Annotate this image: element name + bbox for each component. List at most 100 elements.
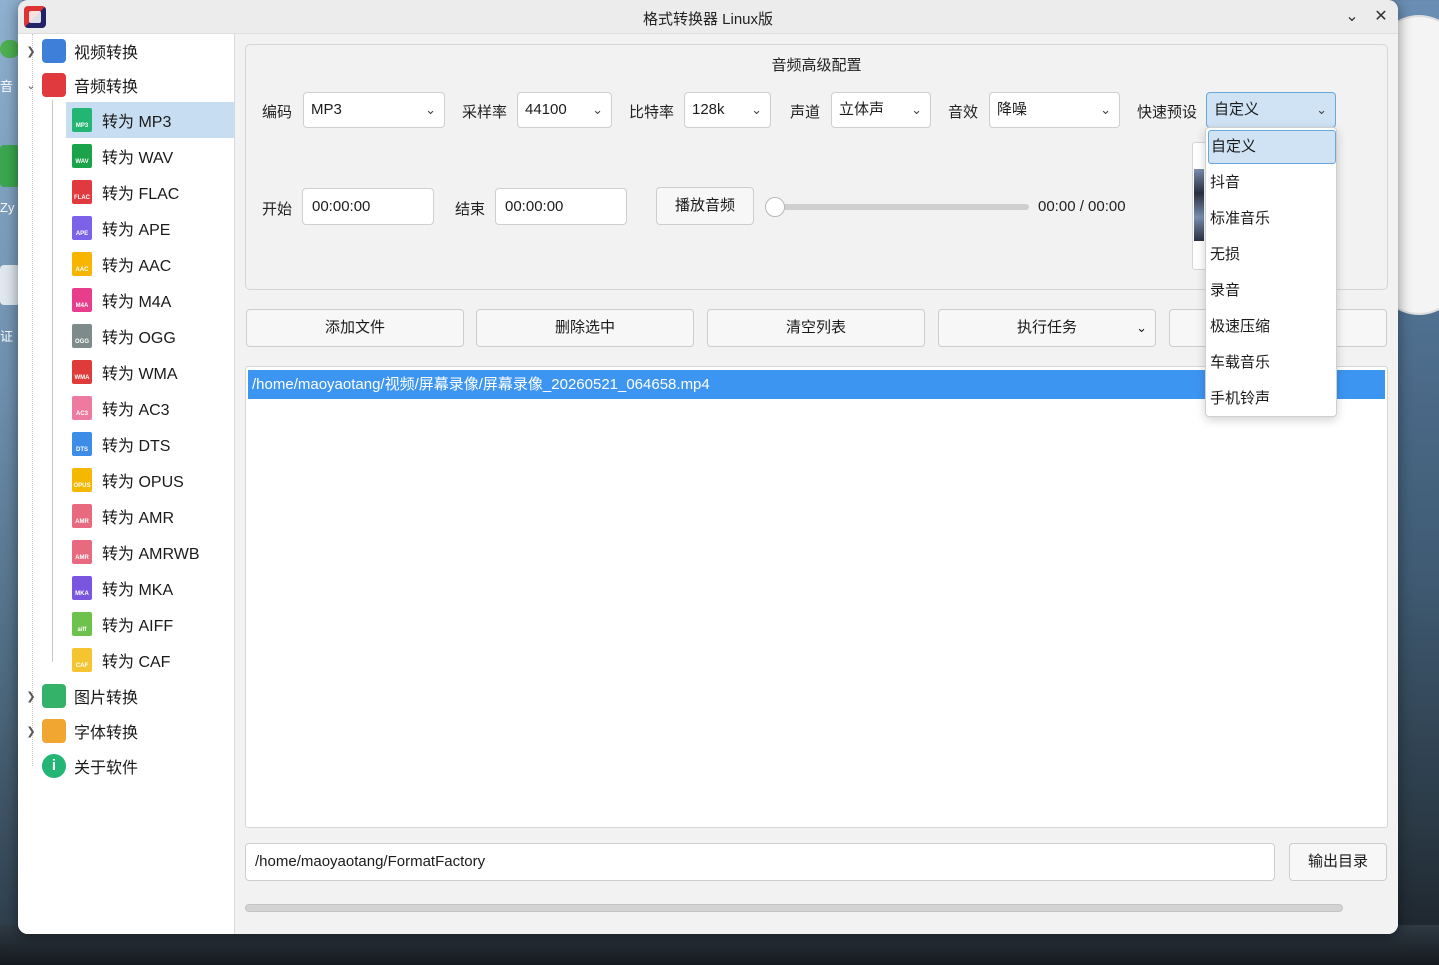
chevron-right-icon[interactable]: ❯ [24, 690, 38, 703]
group-title: 音频高级配置 [771, 57, 862, 74]
file-type-tag: AMR [75, 519, 89, 525]
audio-file-icon: OGG [72, 324, 92, 348]
output-path-input[interactable]: /home/maoyaotang/FormatFactory [245, 843, 1275, 881]
sidebar-item-about[interactable]: i 关于软件 [24, 749, 138, 783]
sidebar-item-font[interactable]: ❯ 字体转换 [24, 714, 138, 748]
file-list[interactable]: /home/maoyaotang/视频/屏幕录像/屏幕录像_20260521_0… [245, 366, 1388, 828]
output-dir-button[interactable]: 输出目录 [1289, 843, 1387, 881]
chevron-down-icon: ⌄ [1100, 102, 1111, 117]
desktop-icon-green[interactable] [0, 40, 20, 58]
audio-file-icon: AC3 [72, 396, 92, 420]
run-task-label: 执行任务 [1016, 319, 1077, 336]
close-icon[interactable]: ✕ [1370, 6, 1392, 28]
file-type-tag: APE [75, 231, 89, 237]
end-time-input[interactable]: 00:00:00 [495, 188, 627, 225]
sidebar-item-audio-format[interactable]: OGG 转为 OGG [66, 318, 234, 354]
sidebar-item-audio-format[interactable]: MKA 转为 MKA [66, 570, 234, 606]
start-label: 开始 [262, 201, 293, 218]
effect-value: 降噪 [997, 101, 1028, 118]
sidebar-item-image[interactable]: ❯ 图片转换 [24, 679, 138, 713]
sidebar-item-label: 关于软件 [74, 760, 139, 777]
channel-select[interactable]: 立体声 ⌄ [831, 92, 931, 128]
minimize-chevron-icon[interactable]: ⌄ [1341, 6, 1363, 28]
desktop-icon-app[interactable] [0, 145, 20, 187]
sidebar-item-audio-format[interactable]: AMR 转为 AMRWB [66, 534, 234, 570]
tree-line-root [32, 34, 33, 766]
effect-select[interactable]: 降噪 ⌄ [989, 92, 1120, 128]
sidebar-item-audio-format[interactable]: AMR 转为 AMR [66, 498, 234, 534]
file-type-tag: DTS [76, 447, 88, 453]
sidebar-item-label: 转为 AC3 [102, 402, 170, 419]
sidebar-item-label: 转为 APE [102, 222, 171, 239]
preset-dropdown-list[interactable]: 自定义 抖音 标准音乐 无损 录音 极速压缩 车载音乐 手机铃声 [1205, 127, 1337, 417]
sidebar-item-audio-format[interactable]: WMA 转为 WMA [66, 354, 234, 390]
chevron-down-icon: ⌄ [592, 102, 603, 117]
audio-file-icon: DTS [72, 432, 92, 456]
start-time-input[interactable]: 00:00:00 [302, 188, 434, 225]
sidebar-item-label: 转为 AMR [102, 510, 175, 527]
chevron-down-icon: ⌄ [1136, 320, 1147, 335]
file-type-tag: MKA [75, 591, 89, 597]
preset-option[interactable]: 极速压缩 [1208, 310, 1336, 344]
file-type-tag: M4A [75, 303, 89, 309]
codec-value: MP3 [311, 101, 342, 118]
add-file-button[interactable]: 添加文件 [246, 309, 464, 347]
samplerate-select[interactable]: 44100 ⌄ [517, 92, 612, 128]
sidebar-item-audio-format[interactable]: DTS 转为 DTS [66, 426, 234, 462]
sidebar-item-audio-format[interactable]: AAC 转为 AAC [66, 246, 234, 282]
sidebar-item-audio-format[interactable]: CAF 转为 CAF [66, 642, 234, 678]
chevron-right-icon[interactable]: ❯ [24, 45, 38, 58]
play-audio-button[interactable]: 播放音频 [656, 187, 754, 225]
sidebar-item-video[interactable]: ❯ 视频转换 [24, 34, 138, 68]
audio-file-icon: AAC [72, 252, 92, 276]
run-task-button[interactable]: 执行任务 ⌄ [938, 309, 1156, 347]
chevron-right-icon[interactable]: ❯ [24, 725, 38, 738]
sidebar-item-audio-format[interactable]: aiff 转为 AIFF [66, 606, 234, 642]
file-type-tag: AMR [75, 555, 89, 561]
tree-line-audio [52, 100, 53, 662]
preset-option[interactable]: 手机铃声 [1208, 382, 1336, 416]
codec-select[interactable]: MP3 ⌄ [303, 92, 445, 128]
sidebar-item-audio-format[interactable]: AC3 转为 AC3 [66, 390, 234, 426]
sidebar-item-audio-format[interactable]: M4A 转为 M4A [66, 282, 234, 318]
preset-option[interactable]: 抖音 [1208, 166, 1336, 200]
preset-option[interactable]: 无损 [1208, 238, 1336, 272]
samplerate-label: 采样率 [462, 104, 508, 121]
preset-option[interactable]: 车载音乐 [1208, 346, 1336, 380]
codec-label: 编码 [262, 104, 293, 121]
playback-slider-track[interactable] [771, 204, 1029, 210]
desktop-icon-bird[interactable] [0, 265, 20, 305]
title-bar[interactable]: 格式转换器 Linux版 ⌄ ✕ [18, 0, 1398, 34]
sidebar-item-label: 图片转换 [74, 690, 139, 707]
background-popup-edge [1192, 142, 1206, 270]
preset-option[interactable]: 自定义 [1208, 130, 1336, 164]
preset-select[interactable]: 自定义 ⌄ [1206, 92, 1336, 128]
file-type-tag: OGG [74, 339, 89, 345]
preset-label: 快速预设 [1137, 104, 1198, 121]
delete-selected-button[interactable]: 删除选中 [476, 309, 694, 347]
audio-folder-icon [42, 73, 66, 97]
sidebar-item-audio-format[interactable]: WAV 转为 WAV [66, 138, 234, 174]
conversion-progress-bar [245, 904, 1343, 912]
playback-slider-handle[interactable] [765, 197, 785, 217]
preset-value: 自定义 [1214, 101, 1260, 118]
audio-file-icon: AMR [72, 504, 92, 528]
chevron-down-icon[interactable]: ⌄ [24, 79, 38, 92]
sidebar-item-label: 转为 WMA [102, 366, 178, 383]
sidebar-item-audio[interactable]: ⌄ 音频转换 [24, 68, 138, 102]
channel-value: 立体声 [839, 101, 885, 118]
sidebar-item-audio-format[interactable]: MP3 转为 MP3 [66, 102, 234, 138]
bitrate-select[interactable]: 128k ⌄ [684, 92, 771, 128]
sidebar-item-audio-format[interactable]: FLAC 转为 FLAC [66, 174, 234, 210]
preset-option[interactable]: 标准音乐 [1208, 202, 1336, 236]
clear-list-button[interactable]: 清空列表 [707, 309, 925, 347]
sidebar-item-audio-format[interactable]: OPUS 转为 OPUS [66, 462, 234, 498]
file-type-tag: AC3 [75, 411, 88, 417]
time-display: 00:00 / 00:00 [1038, 198, 1126, 215]
sidebar-item-label: 转为 AAC [102, 258, 172, 275]
chevron-down-icon: ⌄ [1316, 102, 1327, 117]
channel-label: 声道 [790, 104, 821, 121]
sidebar-item-audio-format[interactable]: APE 转为 APE [66, 210, 234, 246]
preset-option[interactable]: 录音 [1208, 274, 1336, 308]
chevron-down-icon: ⌄ [911, 102, 922, 117]
